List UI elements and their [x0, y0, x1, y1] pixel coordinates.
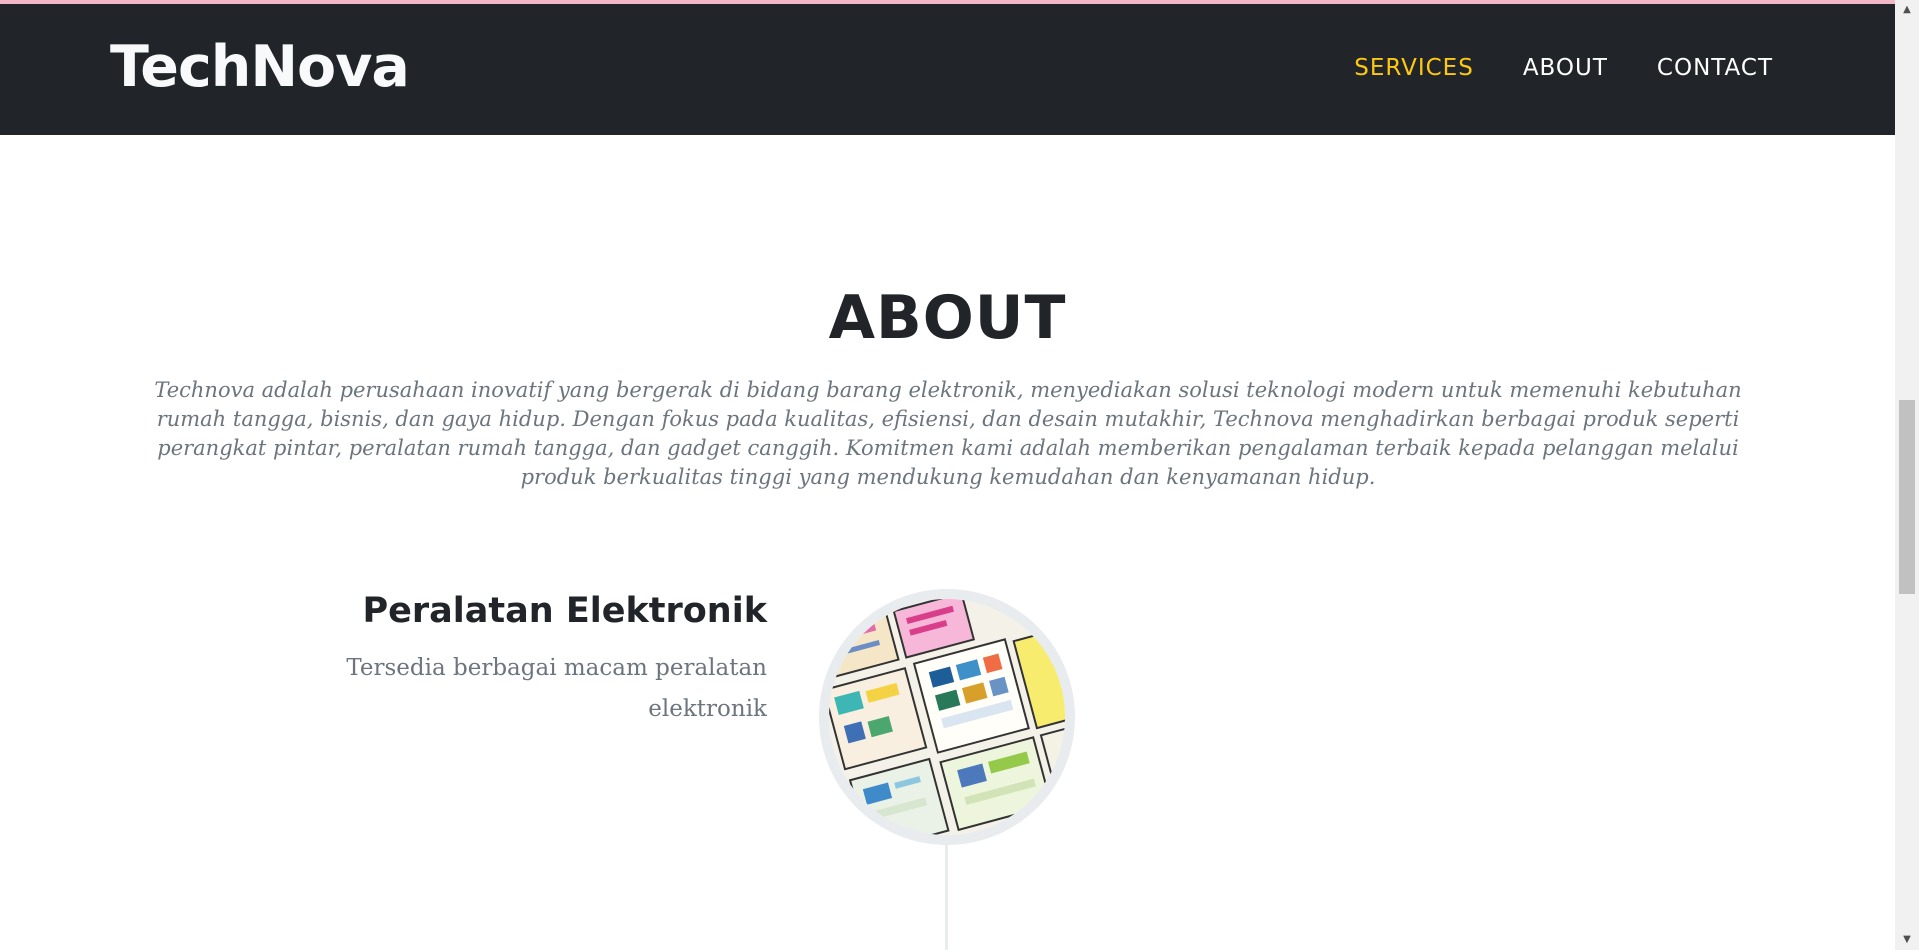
- nav-link-contact[interactable]: CONTACT: [1657, 52, 1773, 84]
- wireframe-sketches-image: [819, 589, 1075, 845]
- about-description: Technova adalah perusahaan inovatif yang…: [154, 378, 1742, 489]
- page: TechNova SERVICES ABOUT CONTACT ABOUT Te…: [0, 0, 1895, 950]
- timeline-line: [945, 842, 948, 950]
- vertical-scrollbar[interactable]: ▲ ▼: [1895, 0, 1919, 950]
- scrollbar-thumb[interactable]: [1899, 400, 1915, 594]
- scroll-up-button[interactable]: ▲: [1895, 0, 1919, 20]
- brand-logo[interactable]: TechNova: [110, 28, 410, 106]
- nav-link-about[interactable]: ABOUT: [1523, 52, 1608, 84]
- triangle-down-icon: ▼: [1903, 934, 1911, 945]
- timeline-image: [819, 589, 1075, 845]
- scroll-down-button[interactable]: ▼: [1895, 930, 1919, 950]
- nav-links: SERVICES ABOUT CONTACT: [1354, 52, 1773, 84]
- timeline-item-heading: Peralatan Elektronik: [362, 591, 767, 631]
- about-heading: ABOUT: [828, 283, 1067, 353]
- triangle-up-icon: ▲: [1903, 4, 1911, 15]
- browser-viewport: TechNova SERVICES ABOUT CONTACT ABOUT Te…: [0, 0, 1919, 950]
- timeline-item-text: Tersedia berbagai macam peralatan elektr…: [346, 655, 767, 722]
- nav-link-services[interactable]: SERVICES: [1354, 52, 1474, 84]
- navbar: TechNova SERVICES ABOUT CONTACT: [0, 4, 1895, 135]
